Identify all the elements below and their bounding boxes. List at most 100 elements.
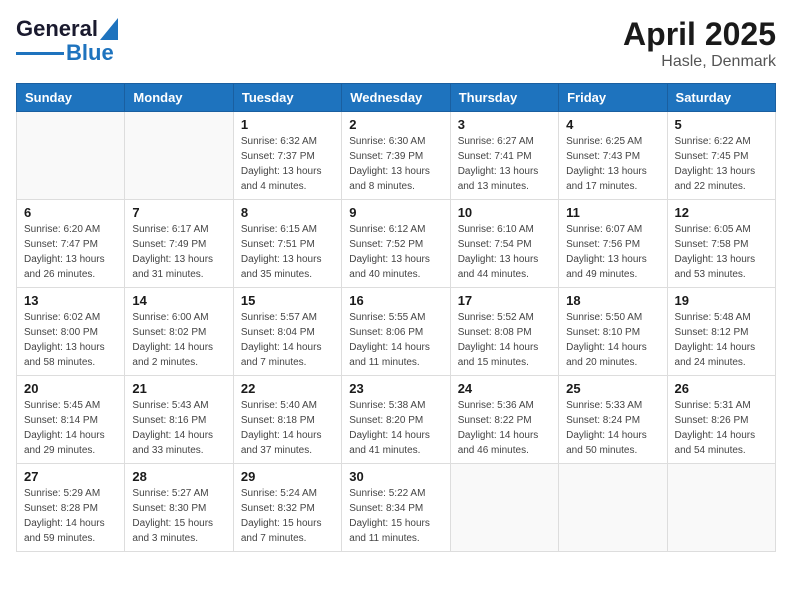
day-number: 23 [349,381,442,396]
day-info: Sunrise: 5:55 AMSunset: 8:06 PMDaylight:… [349,310,442,370]
calendar-cell: 18 Sunrise: 5:50 AMSunset: 8:10 PMDayligh… [559,288,667,376]
calendar-week-2: 6 Sunrise: 6:20 AMSunset: 7:47 PMDaylight… [17,200,776,288]
day-number: 28 [132,469,225,484]
day-number: 24 [458,381,551,396]
day-number: 29 [241,469,334,484]
weekday-header-wednesday: Wednesday [342,84,450,112]
day-info: Sunrise: 6:05 AMSunset: 7:58 PMDaylight:… [675,222,768,282]
day-info: Sunrise: 6:17 AMSunset: 7:49 PMDaylight:… [132,222,225,282]
calendar-cell: 20 Sunrise: 5:45 AMSunset: 8:14 PMDayligh… [17,376,125,464]
calendar-cell: 17Sunrise: 5:52 AMSunset: 8:08 PMDayligh… [450,288,558,376]
day-info: Sunrise: 5:33 AMSunset: 8:24 PMDaylight:… [566,398,659,458]
calendar-cell: 15 Sunrise: 5:57 AMSunset: 8:04 PMDayligh… [233,288,341,376]
day-number: 13 [24,293,117,308]
day-number: 5 [675,117,768,132]
day-info: Sunrise: 5:36 AMSunset: 8:22 PMDaylight:… [458,398,551,458]
page-header: General Blue April 2025 Hasle, Denmark [16,16,776,71]
day-info: Sunrise: 5:27 AMSunset: 8:30 PMDaylight:… [132,486,225,546]
day-number: 21 [132,381,225,396]
day-number: 4 [566,117,659,132]
day-info: Sunrise: 6:30 AMSunset: 7:39 PMDaylight:… [349,134,442,194]
calendar-cell: 25 Sunrise: 5:33 AMSunset: 8:24 PMDayligh… [559,376,667,464]
calendar-cell: 13 Sunrise: 6:02 AMSunset: 8:00 PMDayligh… [17,288,125,376]
day-number: 14 [132,293,225,308]
calendar-cell: 16 Sunrise: 5:55 AMSunset: 8:06 PMDayligh… [342,288,450,376]
day-info: Sunrise: 5:45 AMSunset: 8:14 PMDaylight:… [24,398,117,458]
day-number: 3 [458,117,551,132]
calendar-cell: 29 Sunrise: 5:24 AMSunset: 8:32 PMDayligh… [233,464,341,552]
calendar-cell: 26 Sunrise: 5:31 AMSunset: 8:26 PMDayligh… [667,376,775,464]
day-number: 25 [566,381,659,396]
day-number: 8 [241,205,334,220]
day-number: 2 [349,117,442,132]
location-label: Hasle, Denmark [623,53,776,71]
day-number: 18 [566,293,659,308]
calendar-cell: 11 Sunrise: 6:07 AMSunset: 7:56 PMDayligh… [559,200,667,288]
calendar-cell: 1 Sunrise: 6:32 AMSunset: 7:37 PMDaylight… [233,112,341,200]
day-number: 6 [24,205,117,220]
day-info: Sunrise: 5:52 AMSunset: 8:08 PMDaylight:… [458,310,551,370]
day-info: Sunrise: 5:43 AMSunset: 8:16 PMDaylight:… [132,398,225,458]
weekday-header-tuesday: Tuesday [233,84,341,112]
calendar-cell: 30 Sunrise: 5:22 AMSunset: 8:34 PMDayligh… [342,464,450,552]
logo-triangle-icon [100,18,118,40]
day-info: Sunrise: 6:02 AMSunset: 8:00 PMDaylight:… [24,310,117,370]
day-info: Sunrise: 5:31 AMSunset: 8:26 PMDaylight:… [675,398,768,458]
calendar-cell: 6 Sunrise: 6:20 AMSunset: 7:47 PMDaylight… [17,200,125,288]
day-number: 19 [675,293,768,308]
calendar-title: April 2025 Hasle, Denmark [623,16,776,71]
calendar-cell: 4 Sunrise: 6:25 AMSunset: 7:43 PMDaylight… [559,112,667,200]
day-info: Sunrise: 6:00 AMSunset: 8:02 PMDaylight:… [132,310,225,370]
calendar-cell: 23 Sunrise: 5:38 AMSunset: 8:20 PMDayligh… [342,376,450,464]
calendar-cell: 9 Sunrise: 6:12 AMSunset: 7:52 PMDaylight… [342,200,450,288]
day-number: 16 [349,293,442,308]
day-info: Sunrise: 6:32 AMSunset: 7:37 PMDaylight:… [241,134,334,194]
calendar-header-row: SundayMondayTuesdayWednesdayThursdayFrid… [17,84,776,112]
calendar-cell: 24 Sunrise: 5:36 AMSunset: 8:22 PMDayligh… [450,376,558,464]
day-info: Sunrise: 5:29 AMSunset: 8:28 PMDaylight:… [24,486,117,546]
calendar-week-5: 27Sunrise: 5:29 AMSunset: 8:28 PMDayligh… [17,464,776,552]
calendar-cell: 22Sunrise: 5:40 AMSunset: 8:18 PMDayligh… [233,376,341,464]
month-year-label: April 2025 [623,16,776,53]
calendar-cell: 7 Sunrise: 6:17 AMSunset: 7:49 PMDaylight… [125,200,233,288]
day-info: Sunrise: 5:38 AMSunset: 8:20 PMDaylight:… [349,398,442,458]
logo-general: General [16,16,98,42]
calendar-cell [667,464,775,552]
calendar-week-1: 1 Sunrise: 6:32 AMSunset: 7:37 PMDaylight… [17,112,776,200]
day-info: Sunrise: 5:24 AMSunset: 8:32 PMDaylight:… [241,486,334,546]
weekday-header-sunday: Sunday [17,84,125,112]
calendar-cell: 19Sunrise: 5:48 AMSunset: 8:12 PMDayligh… [667,288,775,376]
day-info: Sunrise: 6:22 AMSunset: 7:45 PMDaylight:… [675,134,768,194]
day-info: Sunrise: 6:12 AMSunset: 7:52 PMDaylight:… [349,222,442,282]
weekday-header-thursday: Thursday [450,84,558,112]
day-info: Sunrise: 6:27 AMSunset: 7:41 PMDaylight:… [458,134,551,194]
day-number: 20 [24,381,117,396]
day-number: 30 [349,469,442,484]
calendar-cell: 2 Sunrise: 6:30 AMSunset: 7:39 PMDaylight… [342,112,450,200]
day-number: 26 [675,381,768,396]
day-number: 1 [241,117,334,132]
day-number: 9 [349,205,442,220]
day-info: Sunrise: 6:10 AMSunset: 7:54 PMDaylight:… [458,222,551,282]
day-info: Sunrise: 5:22 AMSunset: 8:34 PMDaylight:… [349,486,442,546]
day-info: Sunrise: 5:50 AMSunset: 8:10 PMDaylight:… [566,310,659,370]
day-info: Sunrise: 5:57 AMSunset: 8:04 PMDaylight:… [241,310,334,370]
calendar-cell: 12 Sunrise: 6:05 AMSunset: 7:58 PMDayligh… [667,200,775,288]
logo: General Blue [16,16,118,66]
day-info: Sunrise: 6:25 AMSunset: 7:43 PMDaylight:… [566,134,659,194]
day-number: 7 [132,205,225,220]
calendar-week-3: 13 Sunrise: 6:02 AMSunset: 8:00 PMDayligh… [17,288,776,376]
day-info: Sunrise: 6:07 AMSunset: 7:56 PMDaylight:… [566,222,659,282]
day-number: 15 [241,293,334,308]
calendar-cell: 10 Sunrise: 6:10 AMSunset: 7:54 PMDayligh… [450,200,558,288]
calendar-cell [125,112,233,200]
calendar-cell [450,464,558,552]
day-number: 12 [675,205,768,220]
calendar-cell: 14 Sunrise: 6:00 AMSunset: 8:02 PMDayligh… [125,288,233,376]
day-info: Sunrise: 6:20 AMSunset: 7:47 PMDaylight:… [24,222,117,282]
calendar-week-4: 20 Sunrise: 5:45 AMSunset: 8:14 PMDayligh… [17,376,776,464]
day-number: 11 [566,205,659,220]
weekday-header-monday: Monday [125,84,233,112]
day-number: 10 [458,205,551,220]
day-number: 22 [241,381,334,396]
